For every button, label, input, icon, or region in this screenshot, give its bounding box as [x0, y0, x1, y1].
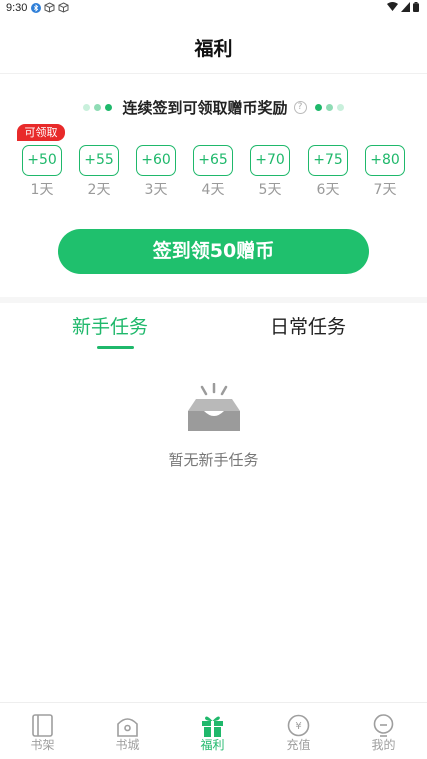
bluetooth-icon	[31, 2, 41, 13]
signin-button[interactable]: 签到领50赠币	[58, 229, 369, 274]
nav-label: 书城	[115, 738, 140, 752]
day-reward: +70	[250, 145, 290, 176]
tab-indicator	[97, 346, 134, 349]
status-bar: 9:30	[0, 0, 427, 18]
tab-new-tasks[interactable]: 新手任务	[72, 312, 148, 339]
page-title: 福利	[194, 38, 233, 60]
status-icons-right	[387, 2, 419, 12]
dot	[94, 103, 102, 111]
status-icons-left	[31, 2, 69, 13]
claimable-badge: 可领取	[17, 124, 65, 141]
cube-outline-icon	[58, 2, 69, 13]
tab-daily-tasks[interactable]: 日常任务	[270, 312, 346, 339]
signal-icon	[401, 2, 410, 12]
bookstore-icon	[117, 718, 138, 737]
dot	[336, 103, 344, 111]
day-reward: +60	[136, 145, 176, 176]
help-icon[interactable]: ?	[293, 100, 307, 114]
day-reward: +55	[79, 145, 119, 176]
nav-item-recharge[interactable]: ¥ 充值	[256, 703, 341, 759]
coin-yen-icon: ¥	[287, 714, 310, 737]
nav-label: 充值	[286, 738, 311, 752]
nav-label: 我的	[371, 738, 396, 752]
task-tabs: 新手任务 日常任务	[0, 303, 427, 353]
dot	[314, 103, 322, 111]
gift-icon	[202, 716, 223, 737]
day-reward: +75	[308, 145, 348, 176]
left-dots-decoration	[83, 103, 113, 111]
day-label: 1天	[30, 182, 54, 198]
bottom-nav: 书架 书城 福利 ¥ 充值 我的	[0, 702, 427, 759]
signin-title-row: 连续签到可领取赠币奖励 ?	[0, 97, 427, 117]
profile-icon	[373, 714, 394, 737]
right-dots-decoration	[314, 103, 344, 111]
day-reward: +50	[22, 145, 62, 176]
day-label: 2天	[87, 182, 111, 198]
nav-item-mine[interactable]: 我的	[341, 703, 426, 759]
page-header: 福利	[0, 18, 427, 74]
nav-item-store[interactable]: 书城	[85, 703, 170, 759]
day-label: 7天	[373, 182, 397, 198]
dot	[325, 103, 333, 111]
signin-title: 连续签到可领取赠币奖励	[122, 98, 288, 117]
bookshelf-icon	[32, 714, 53, 737]
day-label: 4天	[201, 182, 225, 198]
nav-label: 福利	[200, 738, 225, 752]
signin-days: +50 1天 +55 2天 +60 3天 +65 4天 +70 5天 +75 6…	[0, 126, 427, 201]
wifi-icon	[387, 2, 398, 11]
day-label: 3天	[144, 182, 168, 198]
empty-inbox-icon	[188, 383, 240, 431]
status-time: 9:30	[6, 2, 28, 14]
dot	[83, 103, 91, 111]
dot	[105, 103, 113, 111]
day-reward: +65	[193, 145, 233, 176]
nav-label: 书架	[30, 738, 55, 752]
day-label: 6天	[316, 182, 340, 198]
empty-state-text: 暂无新手任务	[168, 451, 259, 469]
nav-item-shelf[interactable]: 书架	[0, 703, 85, 759]
day-reward: +80	[365, 145, 405, 176]
svg-text:¥: ¥	[295, 721, 301, 732]
battery-icon	[413, 2, 419, 12]
day-label: 5天	[258, 182, 282, 198]
nav-item-welfare[interactable]: 福利	[170, 703, 255, 759]
cube-icon	[44, 2, 55, 13]
